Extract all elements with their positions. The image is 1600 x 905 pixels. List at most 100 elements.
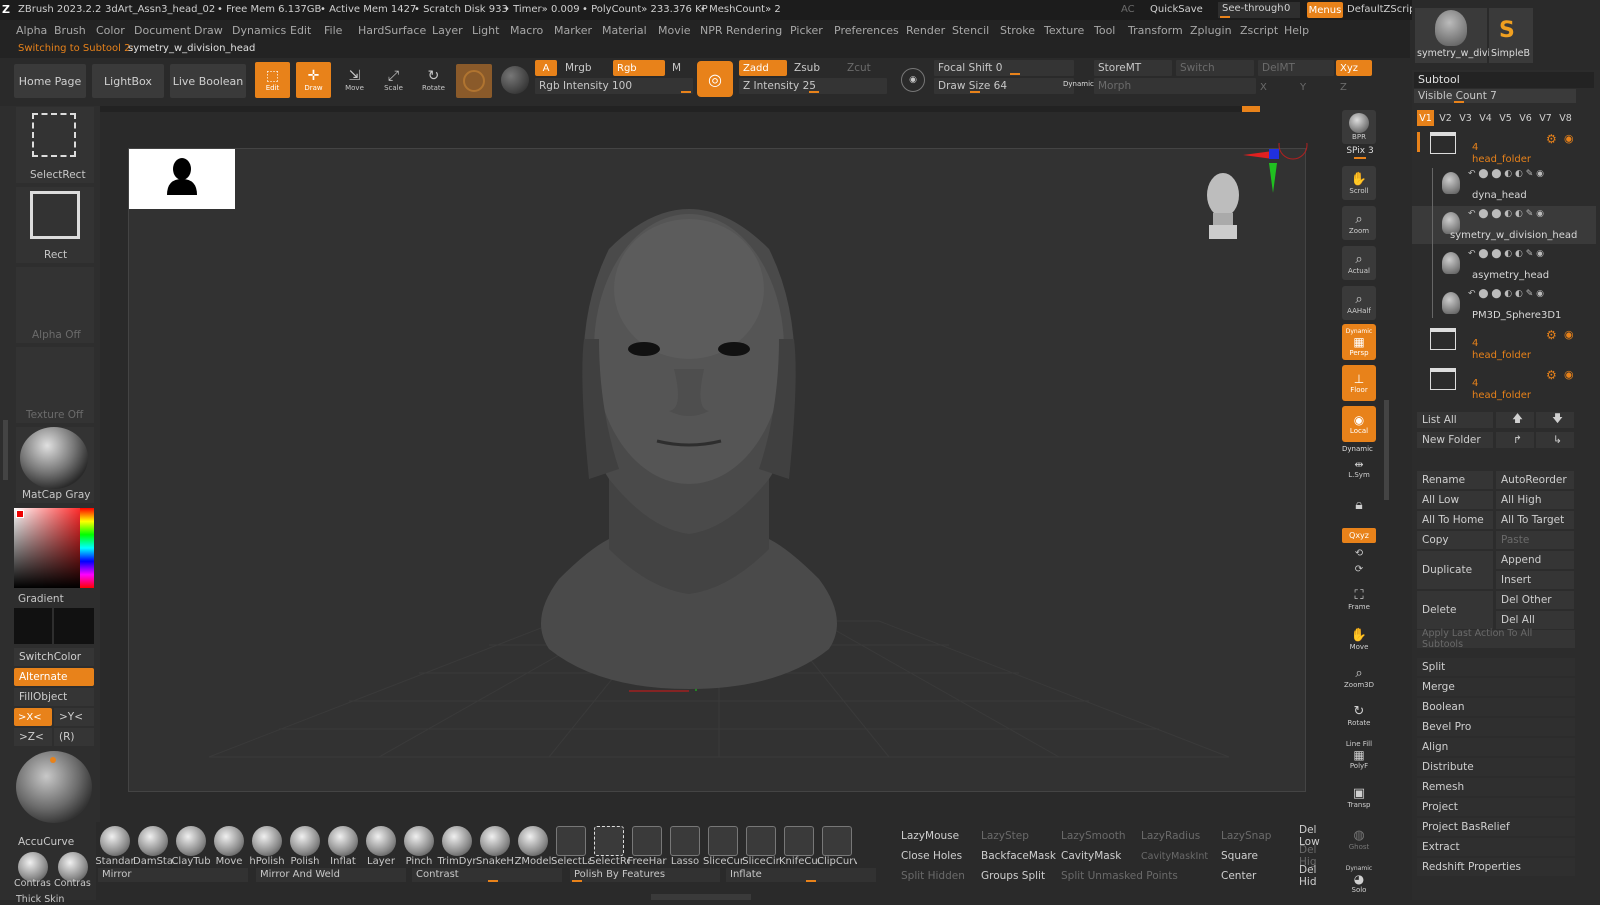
subtool-row[interactable]: ↶ ⬤ ⬤ ◐ ◐ ✎ ◉ asymetry_head — [1412, 246, 1596, 284]
lazysnap-slider[interactable]: LazySnap — [1216, 828, 1292, 844]
bpr-button[interactable]: BPR — [1342, 110, 1376, 144]
paste-button[interactable]: Paste — [1496, 531, 1574, 549]
split-unmasked-button[interactable]: Split Unmasked Points — [1056, 868, 1212, 884]
zbrush-logo-icon[interactable]: Z — [2, 3, 10, 16]
move-up-icon[interactable]: 🡅 — [1496, 412, 1534, 428]
default-zscript[interactable]: DefaultZScript — [1347, 4, 1419, 15]
y-axis-button[interactable]: Y — [1300, 82, 1306, 93]
mirror-weld-button[interactable]: Mirror And Weld — [256, 868, 406, 882]
accucurve-label[interactable]: AccuCurve — [18, 836, 74, 848]
list-all-button[interactable]: List All — [1417, 412, 1493, 428]
menu-hardsurface[interactable]: HardSurface — [358, 24, 426, 37]
left-tray-scroll[interactable] — [3, 420, 8, 480]
eye-icon[interactable]: ◉ — [1564, 328, 1574, 341]
lock-button[interactable]: 🔒︎ — [1342, 488, 1376, 522]
menu-stencil[interactable]: Stencil — [952, 24, 989, 37]
stroke-dot-icon[interactable]: ◉ — [901, 68, 925, 92]
x-axis-button[interactable]: X — [1260, 82, 1267, 93]
rgb-intensity-slider[interactable]: Rgb Intensity 100 — [535, 78, 693, 94]
move-mode-button[interactable]: ⇲ Move — [337, 62, 372, 98]
focal-shift-slider[interactable]: Focal Shift 0 — [934, 60, 1074, 76]
subtool-toggle-icons[interactable]: ↶ ⬤ ⬤ ◐ ◐ ✎ ◉ — [1468, 209, 1544, 219]
all-low-button[interactable]: All Low — [1417, 491, 1493, 509]
texture-swatch[interactable] — [501, 66, 529, 94]
brush-selectre[interactable]: SelectRe — [589, 826, 629, 870]
subtool-toggle-icons[interactable]: ↶ ⬤ ⬤ ◐ ◐ ✎ ◉ — [1468, 249, 1544, 259]
m-button[interactable]: M — [672, 62, 681, 74]
gear-icon[interactable]: ⚙ — [1546, 368, 1557, 382]
subtool-section-extract[interactable]: Extract — [1417, 838, 1575, 856]
subtool-folder-row[interactable]: 4 head_folder ⚙ ◉ — [1412, 364, 1596, 402]
subtool-title[interactable]: Subtool — [1414, 72, 1594, 88]
ghost-button[interactable]: ◍ Ghost — [1342, 822, 1376, 856]
close-holes-button[interactable]: Close Holes — [896, 848, 972, 864]
brush-slicecur[interactable]: SliceCur — [703, 826, 743, 870]
version-tab-v5[interactable]: V5 — [1497, 110, 1514, 126]
menu-alpha[interactable]: Alpha — [16, 24, 47, 37]
move-folder-down-icon[interactable]: ↳ — [1536, 432, 1574, 448]
local-button[interactable]: ◉ Local — [1342, 406, 1376, 442]
rotate-view-button[interactable]: ↻ Rotate — [1342, 698, 1376, 732]
zadd-sphere-icon[interactable]: ◎ — [697, 61, 733, 97]
polish-features-button[interactable]: Polish By Features — [570, 868, 720, 882]
xyz-button[interactable]: Xyz — [1336, 60, 1372, 76]
subtool-section-project[interactable]: Project — [1417, 798, 1575, 816]
axis-gizmo[interactable] — [1233, 143, 1313, 203]
subtool-section-align[interactable]: Align — [1417, 738, 1575, 756]
gear-icon[interactable]: ⚙ — [1546, 132, 1557, 146]
subtool-toggle-icons[interactable]: ↶ ⬤ ⬤ ◐ ◐ ✎ ◉ — [1468, 169, 1544, 179]
menu-movie[interactable]: Movie — [658, 24, 691, 37]
cavity-mask-button[interactable]: CavityMask — [1056, 848, 1132, 864]
alternate-button[interactable]: Alternate — [14, 668, 94, 686]
menu-help[interactable]: Help — [1284, 24, 1309, 37]
subtool-section-boolean[interactable]: Boolean — [1417, 698, 1575, 716]
inflate-slider[interactable]: Inflate — [726, 868, 876, 882]
alpha-slot[interactable]: Alpha Off — [16, 267, 94, 343]
zoom3d-button[interactable]: ⌕ Zoom3D — [1342, 660, 1376, 694]
duplicate-button[interactable]: Duplicate — [1417, 551, 1493, 589]
brush-snakeh[interactable]: SnakeH — [476, 826, 514, 870]
version-tab-v2[interactable]: V2 — [1437, 110, 1454, 126]
head-sculpt[interactable] — [541, 209, 837, 689]
menu-zplugin[interactable]: Zplugin — [1190, 24, 1232, 37]
document-canvas[interactable] — [128, 143, 1308, 792]
lightbox-button[interactable]: LightBox — [92, 64, 164, 98]
z-intensity-slider[interactable]: Z Intensity 25 — [739, 78, 887, 94]
tool-thumbnail-head[interactable]: symetry_w_divisi — [1415, 8, 1498, 63]
dynamic-label[interactable]: Dynamic — [1063, 80, 1094, 88]
subtool-section-bevel-pro[interactable]: Bevel Pro — [1417, 718, 1575, 736]
apply-last-action-button[interactable]: Apply Last Action To All Subtools — [1417, 628, 1575, 650]
rotate-z-icon[interactable]: ⟳ — [1342, 562, 1376, 576]
subtool-row[interactable]: ↶ ⬤ ⬤ ◐ ◐ ✎ ◉ dyna_head — [1412, 166, 1596, 204]
brush-damsta[interactable]: DamSta — [133, 826, 173, 870]
hue-strip[interactable] — [80, 508, 94, 588]
menu-npr-rendering[interactable]: NPR Rendering — [700, 24, 782, 37]
tool-thumbnail-simple[interactable]: S SimpleB — [1489, 8, 1533, 63]
zadd-button[interactable]: Zadd — [739, 60, 787, 76]
menu-file[interactable]: File — [324, 24, 342, 37]
main-color-swatch[interactable] — [14, 608, 52, 644]
rename-button[interactable]: Rename — [1417, 471, 1493, 489]
transp-button[interactable]: ▣ Transp — [1342, 780, 1376, 814]
menu-light[interactable]: Light — [472, 24, 499, 37]
gear-icon[interactable]: ⚙ — [1546, 328, 1557, 342]
color-picker[interactable] — [14, 508, 94, 588]
menu-draw[interactable]: Draw — [194, 24, 223, 37]
menu-marker[interactable]: Marker — [554, 24, 592, 37]
del-hidden-button[interactable]: Del Hid — [1294, 864, 1334, 888]
curve-preview-sphere[interactable] — [16, 751, 92, 823]
brush-standar[interactable]: Standar — [95, 826, 135, 870]
brush-freehar[interactable]: FreeHar — [628, 826, 666, 870]
rgb-button[interactable]: Rgb — [613, 60, 665, 76]
visible-count-slider[interactable]: Visible Count 7 — [1414, 89, 1576, 103]
brush-polish[interactable]: Polish — [286, 826, 324, 870]
delmt-button[interactable]: DelMT — [1258, 60, 1334, 76]
subtool-section-split[interactable]: Split — [1417, 658, 1575, 676]
center-button[interactable]: Center — [1216, 868, 1292, 884]
subtool-section-redshift-properties[interactable]: Redshift Properties — [1417, 858, 1575, 876]
gradient-label[interactable]: Gradient — [18, 593, 64, 605]
subtool-row[interactable]: ↶ ⬤ ⬤ ◐ ◐ ✎ ◉ PM3D_Sphere3D1 — [1412, 286, 1596, 324]
material-swatch[interactable] — [456, 64, 492, 98]
version-tab-v1[interactable]: V1 — [1417, 110, 1434, 126]
menu-render[interactable]: Render — [906, 24, 945, 37]
